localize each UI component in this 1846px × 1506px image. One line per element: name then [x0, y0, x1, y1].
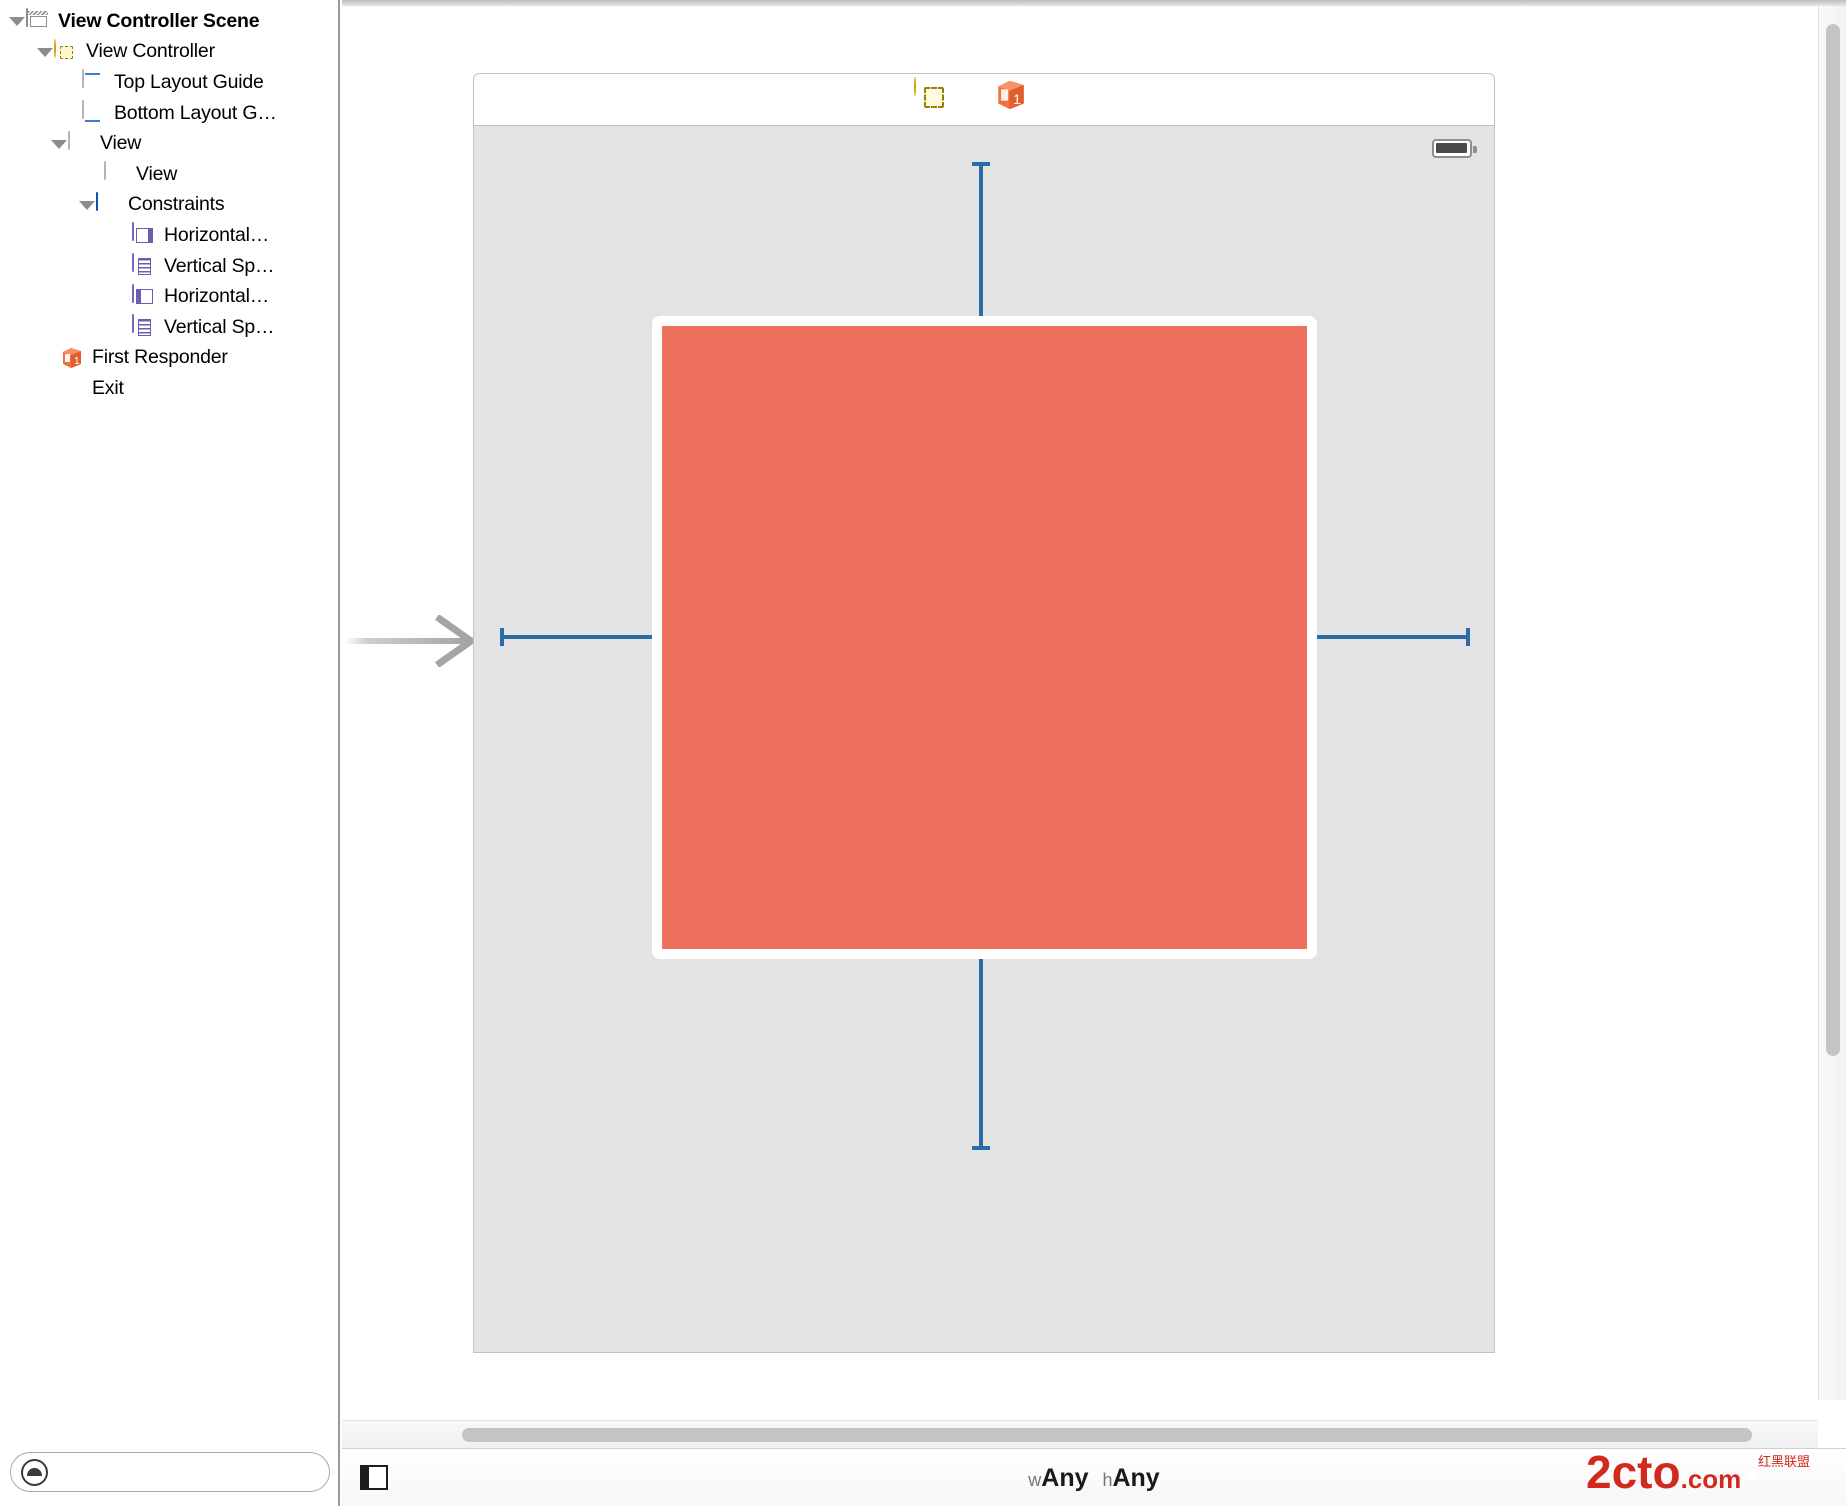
outline-row-label: View Controller: [86, 40, 215, 63]
constraints-icon: [96, 191, 120, 217]
pin-button[interactable]: [1736, 1461, 1768, 1491]
outline-row-label: Vertical Sp…: [164, 315, 275, 338]
outline-row-view-child[interactable]: View: [0, 159, 340, 190]
initial-view-controller-arrow: [345, 614, 478, 668]
outline-row-label: First Responder: [92, 346, 228, 369]
view-icon: [68, 130, 92, 156]
outline-row-constraints[interactable]: Constraints: [0, 190, 340, 221]
outline-row-view-controller[interactable]: View Controller: [0, 37, 340, 68]
outline-row-label: View Controller Scene: [58, 9, 260, 32]
disclosure-triangle-icon[interactable]: [48, 129, 68, 159]
xcode-interface-builder-window: View Controller Scene View Controller To…: [0, 0, 1846, 1506]
document-outline-panel: View Controller Scene View Controller To…: [0, 0, 340, 1506]
outline-row-label: Top Layout Guide: [114, 70, 264, 93]
size-class-height-prefix: h: [1102, 1470, 1113, 1490]
outline-row-label: Vertical Sp…: [164, 254, 275, 277]
constraint-cap-trailing: [1466, 628, 1470, 646]
outline-filter-bar[interactable]: [10, 1452, 330, 1492]
resolve-auto-layout-issues-button[interactable]: [1790, 1461, 1822, 1491]
canvas-vertical-scrollbar[interactable]: [1818, 6, 1846, 1400]
vertical-space-constraint-icon: [132, 253, 156, 278]
outline-row-constraint-vertical-2[interactable]: Vertical Sp…: [0, 312, 340, 343]
exit-dock-icon[interactable]: [1074, 78, 1108, 112]
constraint-line-leading[interactable]: [500, 635, 664, 639]
scene-dock-icons: 1: [914, 77, 1108, 112]
outline-row-view-root[interactable]: View: [0, 128, 340, 159]
device-canvas-view[interactable]: [473, 125, 1495, 1353]
outline-row-constraint-vertical-1[interactable]: Vertical Sp…: [0, 251, 340, 282]
constraint-cap-bottom: [972, 1146, 990, 1150]
first-responder-icon: 1: [60, 346, 84, 370]
auto-layout-toolbar: [1628, 1461, 1822, 1491]
bottom-layout-guide-icon: [82, 100, 106, 125]
svg-text:1: 1: [1013, 92, 1021, 108]
canvas-horizontal-scrollbar[interactable]: [342, 1420, 1818, 1448]
constraint-line-bottom[interactable]: [979, 950, 983, 1150]
outline-scope-toggle-icon[interactable]: [21, 1458, 48, 1486]
outline-row-label: Exit: [92, 376, 124, 399]
top-layout-guide-icon: [82, 69, 106, 94]
exit-icon: [60, 376, 84, 400]
outline-row-label: Horizontal…: [164, 285, 270, 308]
outline-row-label: Bottom Layout G…: [114, 101, 277, 124]
size-class-width-prefix: w: [1028, 1470, 1042, 1490]
disclosure-triangle-icon[interactable]: [6, 6, 26, 36]
constraint-cap-leading: [500, 628, 504, 646]
outline-tree[interactable]: View Controller Scene View Controller To…: [0, 6, 340, 1406]
outline-row-top-layout-guide[interactable]: Top Layout Guide: [0, 67, 340, 98]
canvas-vertical-scrollbar-thumb[interactable]: [1826, 24, 1840, 1056]
outline-row-label: View: [100, 132, 142, 155]
horizontal-space-constraint-icon: [132, 222, 156, 247]
outline-row-label: View: [136, 162, 178, 185]
outline-row-constraint-horizontal-2[interactable]: Horizontal…: [0, 281, 340, 312]
selected-subview-highlight[interactable]: [652, 316, 1317, 959]
canvas-area[interactable]: 1 wAny hAny 2cto.com 红黑联盟: [342, 0, 1846, 1506]
constraint-line-trailing[interactable]: [1306, 635, 1470, 639]
stack-view-button[interactable]: [1628, 1461, 1660, 1491]
align-button[interactable]: [1682, 1461, 1714, 1491]
canvas-status-bar: wAny hAny 2cto.com 红黑联盟: [342, 1446, 1846, 1506]
size-class-width-value: Any: [1041, 1464, 1089, 1492]
disclosure-triangle-icon[interactable]: [34, 37, 54, 67]
constraint-line-top[interactable]: [979, 164, 983, 322]
constraint-cap-top: [972, 162, 990, 166]
outline-row-exit[interactable]: Exit: [0, 373, 340, 404]
horizontal-space-constraint-trailing-icon: [132, 283, 156, 309]
subview[interactable]: [662, 326, 1307, 949]
outline-row-label: Constraints: [128, 193, 225, 216]
view-controller-icon: [54, 38, 78, 64]
vertical-space-constraint-icon: [132, 314, 156, 339]
scene-dock[interactable]: 1: [473, 73, 1495, 125]
size-class-height-value: Any: [1112, 1464, 1160, 1492]
battery-icon: [1432, 139, 1477, 158]
outline-row-first-responder[interactable]: 1 First Responder: [0, 343, 340, 374]
svg-text:1: 1: [74, 356, 80, 367]
disclosure-triangle-icon[interactable]: [76, 190, 96, 220]
view-icon: [104, 161, 128, 186]
scene-icon: [26, 8, 50, 33]
outline-row-constraint-horizontal-1[interactable]: Horizontal…: [0, 220, 340, 251]
first-responder-dock-icon[interactable]: 1: [994, 78, 1028, 112]
size-class-indicator[interactable]: wAny hAny: [342, 1464, 1846, 1493]
outline-row-label: Horizontal…: [164, 223, 270, 246]
outline-row-view-controller-scene[interactable]: View Controller Scene: [0, 6, 340, 37]
canvas-top-divider: [342, 0, 1846, 6]
view-controller-dock-icon[interactable]: [914, 77, 948, 112]
outline-filter-input[interactable]: [48, 1462, 329, 1482]
canvas-horizontal-scrollbar-thumb[interactable]: [462, 1428, 1752, 1442]
outline-row-bottom-layout-guide[interactable]: Bottom Layout G…: [0, 98, 340, 129]
